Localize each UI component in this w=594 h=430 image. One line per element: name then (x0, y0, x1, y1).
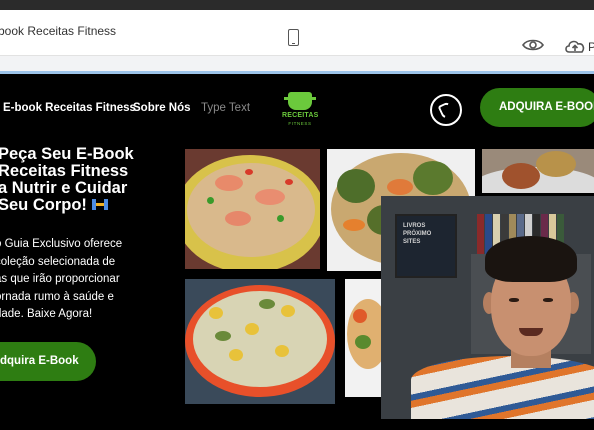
webcam-overlay: LIVROS PRÓXIMO SITES (381, 196, 594, 419)
hero-description-line: dade. Baixe Agora! (0, 308, 93, 320)
hero-title-line: a Nutrir e Cuidar (0, 179, 128, 197)
hero-title: Peça Seu E-Book Receitas Fitness a Nutri… (0, 146, 148, 214)
canvas-gap (0, 56, 594, 71)
hero-buy-ebook-button[interactable]: dquira E-Book (0, 342, 96, 381)
nav-item-ebook[interactable]: E-book Receitas Fitness (3, 102, 136, 114)
nav-item-about[interactable]: Sobre Nós (133, 102, 191, 114)
cloud-upload-icon[interactable] (564, 38, 586, 54)
logo-text: RECEITAS (282, 112, 319, 119)
hero-description: o Guia Exclusivo oferece coleção selecio… (0, 236, 145, 324)
logo-subtext: FITNESS (288, 121, 312, 126)
hero-title-line: Seu Corpo! (0, 197, 148, 214)
editor-toolbar: book Receitas Fitness P (0, 10, 594, 56)
page-title: book Receitas Fitness (0, 24, 117, 38)
nav-item-type-text[interactable]: Type Text (201, 102, 250, 114)
food-photo-quinoa-salad (185, 279, 335, 404)
hero-description-line: as que irão proporcionar (0, 273, 120, 285)
hero-title-line-text: Seu Corpo! (0, 196, 87, 214)
eye (543, 298, 553, 302)
poster-text: LIVROS PRÓXIMO SITES (403, 222, 431, 246)
site-logo[interactable]: RECEITAS FITNESS (282, 90, 318, 130)
poster-text-line: LIVROS (403, 223, 426, 229)
pot-icon (284, 92, 316, 110)
publish-label[interactable]: P (588, 40, 594, 54)
hero-title-line: Receitas Fitness (0, 162, 129, 180)
poster-text-line: SITES (403, 239, 421, 245)
buy-ebook-button[interactable]: ADQUIRA E-BOOK! (480, 88, 594, 127)
striped-shirt (411, 356, 594, 419)
food-photo-salad-bowl (345, 279, 383, 397)
hero-description-line: o Guia Exclusivo oferece (0, 238, 123, 250)
whatsapp-icon[interactable] (430, 94, 462, 126)
eye-icon[interactable] (522, 38, 544, 52)
food-photo-steak (482, 149, 594, 193)
hero-description-line: coleção selecionada de (0, 255, 116, 268)
wall-poster: LIVROS PRÓXIMO SITES (395, 214, 457, 278)
food-photo-shrimp-rice (185, 149, 320, 269)
hero-title-line: Peça Seu E-Book (0, 145, 134, 163)
poster-text-line: PRÓXIMO (403, 231, 432, 237)
eye (509, 298, 519, 302)
website-preview: E-book Receitas Fitness Sobre Nós Type T… (0, 74, 594, 430)
presenter-hair (485, 236, 577, 282)
dumbbell-icon (91, 198, 108, 211)
hero-description-line: ornada rumo à saúde e (0, 290, 114, 303)
mobile-device-icon[interactable] (288, 29, 299, 46)
editor-top-strip (0, 0, 594, 10)
